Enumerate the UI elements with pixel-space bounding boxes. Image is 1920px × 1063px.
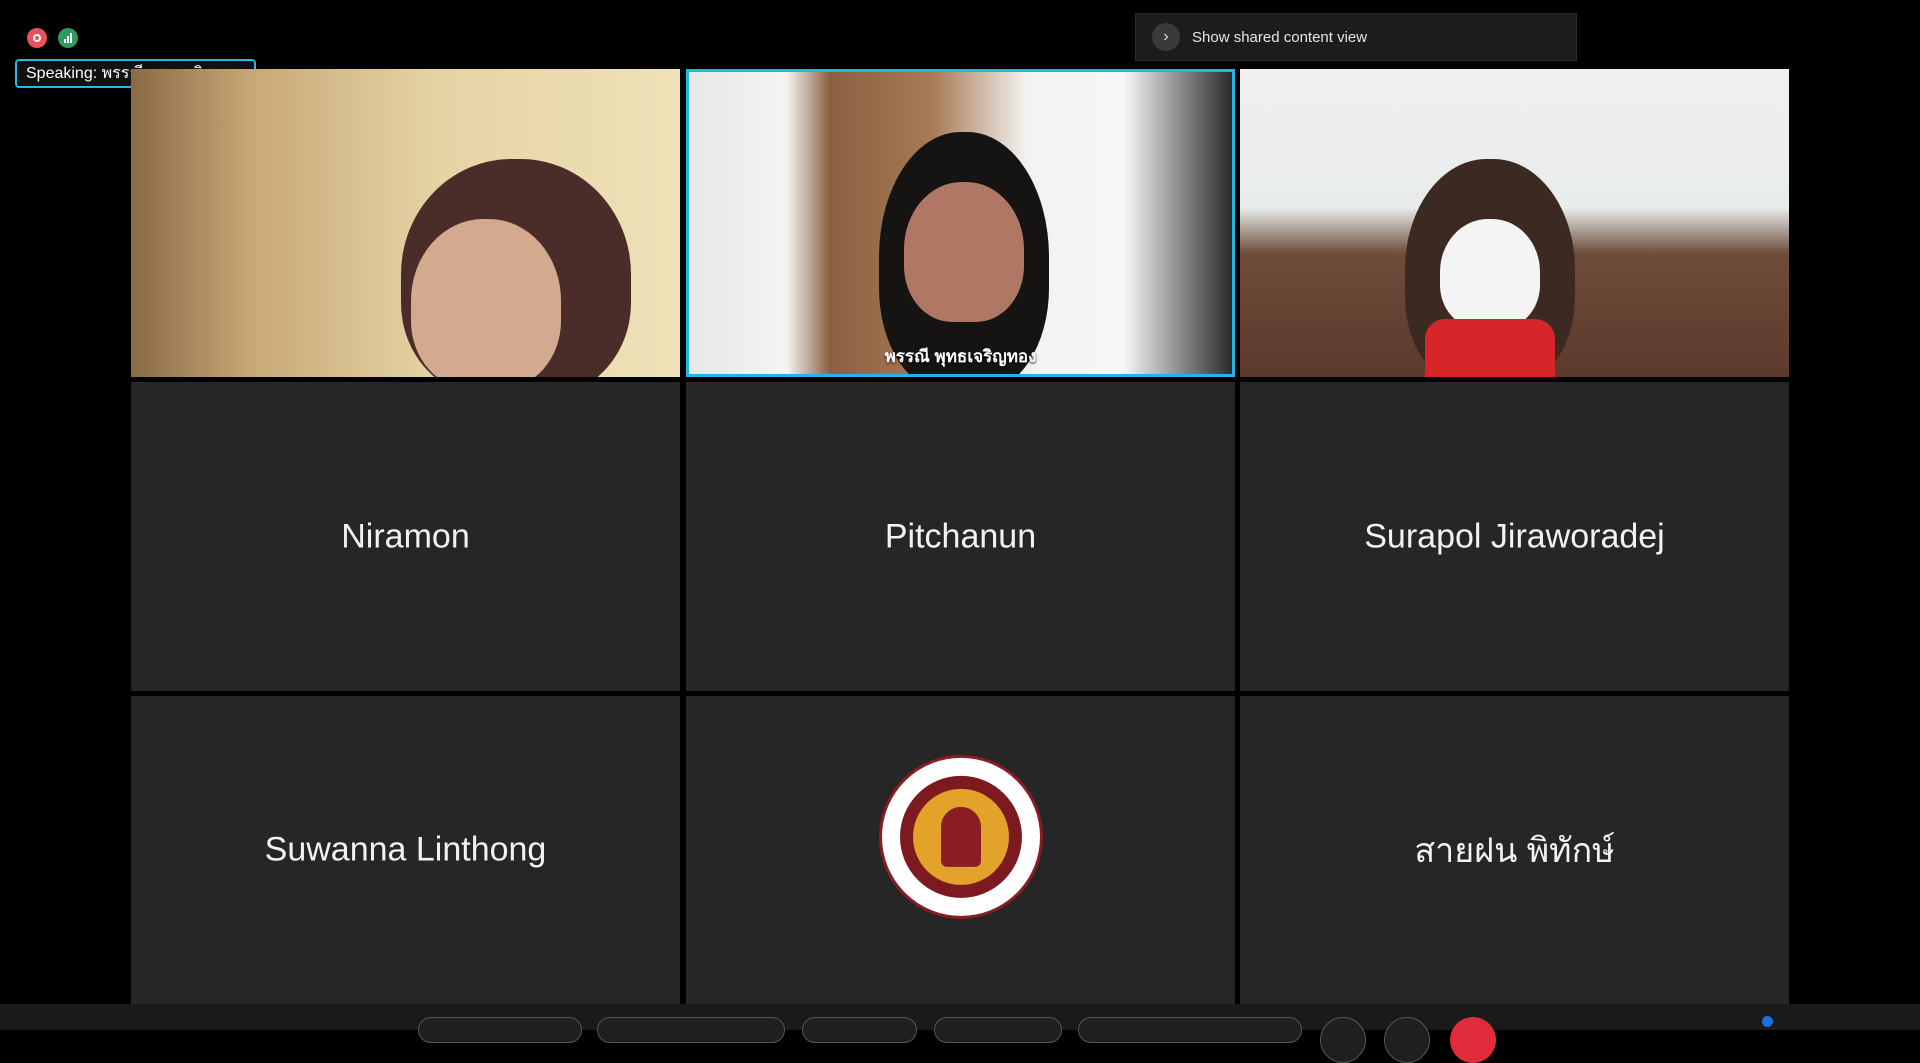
participant-tile-logo[interactable] — [686, 696, 1235, 1004]
participant-face — [904, 182, 1024, 322]
toolbar-button[interactable] — [597, 1017, 785, 1043]
toolbar-button[interactable] — [934, 1017, 1062, 1043]
toolbar-button[interactable] — [418, 1017, 582, 1043]
participant-name: สายฝน พิทักษ์ — [1414, 832, 1615, 870]
participant-tile-suwanna[interactable]: Suwanna Linthong — [131, 696, 680, 1004]
show-shared-content-button[interactable]: › Show shared content view — [1135, 13, 1577, 61]
chevron-right-icon: › — [1152, 23, 1180, 51]
participant-name-label: พรรณี พุทธเจริญทอง — [884, 347, 1037, 366]
participant-name: Suwanna Linthong — [264, 830, 547, 869]
participant-tile-niramon[interactable]: Niramon — [131, 382, 680, 691]
meeting-toolbar — [0, 1004, 1920, 1063]
recording-icon[interactable] — [27, 28, 47, 48]
video-tile-1[interactable] — [131, 69, 680, 377]
participant-face — [411, 219, 561, 377]
participant-name: Pitchanun — [884, 517, 1037, 555]
shared-content-label: Show shared content view — [1192, 28, 1368, 46]
organization-logo — [878, 754, 1043, 919]
toolbar-button[interactable] — [802, 1017, 917, 1043]
participant-tile-saifon[interactable]: สายฝน พิทักษ์ — [1240, 696, 1789, 1004]
connection-stats-icon[interactable] — [58, 28, 78, 48]
participant-tile-surapol[interactable]: Surapol Jiraworadej — [1240, 382, 1789, 691]
notification-dot — [1762, 1016, 1773, 1027]
end-call-button[interactable] — [1450, 1017, 1496, 1063]
participant-name: Niramon — [341, 517, 470, 555]
video-tile-3[interactable] — [1240, 69, 1789, 377]
participant-face — [1440, 219, 1540, 329]
toolbar-button[interactable] — [1078, 1017, 1302, 1043]
participant-shirt — [1425, 319, 1555, 377]
participant-tile-pitchanun[interactable]: Pitchanun — [686, 382, 1235, 691]
toolbar-round-button[interactable] — [1320, 1017, 1366, 1063]
toolbar-round-button[interactable] — [1384, 1017, 1430, 1063]
video-tile-active-speaker[interactable]: พรรณี พุทธเจริญทอง — [686, 69, 1235, 377]
participant-name: Surapol Jiraworadej — [1364, 517, 1665, 555]
